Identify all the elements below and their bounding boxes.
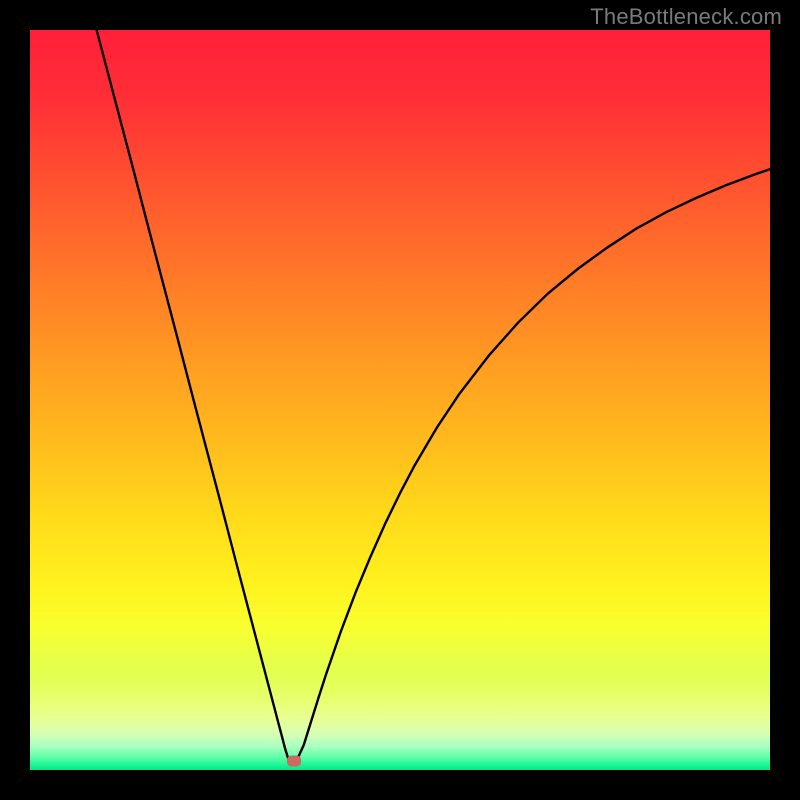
chart-plot-area [30,30,770,770]
watermark-label: TheBottleneck.com [590,4,782,30]
curve-minimum-marker [287,756,301,767]
chart-curve [30,30,770,770]
